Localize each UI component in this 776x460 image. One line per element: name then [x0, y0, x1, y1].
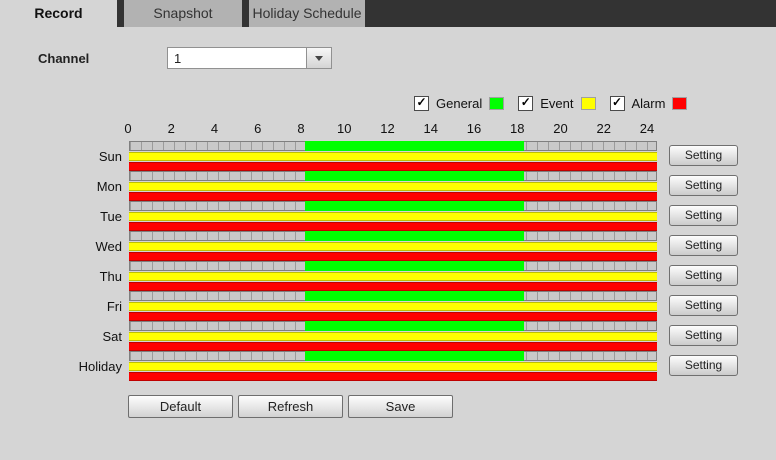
alarm-record-bar[interactable]: [129, 372, 657, 381]
schedule-timeline-track[interactable]: [129, 261, 657, 271]
general-record-bar: [305, 141, 525, 151]
general-record-bar: [305, 351, 525, 361]
schedule-day-row: Tue Setting: [0, 201, 776, 231]
event-record-bar[interactable]: [129, 362, 657, 371]
schedule-day-row: Sun Setting: [0, 141, 776, 171]
day-label: Fri: [106, 299, 122, 314]
setting-button[interactable]: Setting: [669, 175, 738, 196]
schedule-timeline-track[interactable]: [129, 321, 657, 331]
alarm-record-bar[interactable]: [129, 282, 657, 291]
default-button[interactable]: Default: [128, 395, 233, 418]
general-record-bar: [305, 261, 525, 271]
schedule-timeline-track[interactable]: [129, 201, 657, 211]
day-label: Wed: [95, 239, 123, 254]
alarm-record-bar[interactable]: [129, 162, 657, 171]
event-record-bar[interactable]: [129, 152, 657, 161]
schedule-timeline-track[interactable]: [129, 171, 657, 181]
setting-button[interactable]: Setting: [669, 295, 738, 316]
general-record-bar: [305, 321, 525, 331]
alarm-record-bar[interactable]: [129, 252, 657, 261]
alarm-record-bar[interactable]: [129, 342, 657, 351]
schedule-day-row: Sat Setting: [0, 321, 776, 351]
setting-button[interactable]: Setting: [669, 145, 738, 166]
event-record-bar[interactable]: [129, 302, 657, 311]
schedule-day-row: Wed Setting: [0, 231, 776, 261]
day-label: Sun: [98, 149, 122, 164]
general-record-bar: [305, 291, 525, 301]
event-record-bar[interactable]: [129, 182, 657, 191]
schedule-timeline-track[interactable]: [129, 141, 657, 151]
general-record-bar: [305, 231, 525, 241]
schedule-day-row: Holiday Setting: [0, 351, 776, 381]
setting-button[interactable]: Setting: [669, 205, 738, 226]
setting-button[interactable]: Setting: [669, 265, 738, 286]
schedule-timeline-track[interactable]: [129, 351, 657, 361]
alarm-record-bar[interactable]: [129, 312, 657, 321]
alarm-record-bar[interactable]: [129, 192, 657, 201]
event-record-bar[interactable]: [129, 242, 657, 251]
alarm-record-bar[interactable]: [129, 222, 657, 231]
schedule-day-row: Thu Setting: [0, 261, 776, 291]
schedule-day-row: Mon Setting: [0, 171, 776, 201]
event-record-bar[interactable]: [129, 272, 657, 281]
refresh-button[interactable]: Refresh: [238, 395, 343, 418]
schedule-timeline-track[interactable]: [129, 231, 657, 241]
day-label: Sat: [102, 329, 122, 344]
event-record-bar[interactable]: [129, 212, 657, 221]
general-record-bar: [305, 201, 525, 211]
day-label: Tue: [100, 209, 122, 224]
day-label: Thu: [99, 269, 122, 284]
day-label: Holiday: [78, 359, 122, 374]
save-button[interactable]: Save: [348, 395, 453, 418]
event-record-bar[interactable]: [129, 332, 657, 341]
schedule-timeline-track[interactable]: [129, 291, 657, 301]
setting-button[interactable]: Setting: [669, 355, 738, 376]
schedule-rows: Sun Setting Mon Setting Tue Setting Wed …: [0, 0, 776, 460]
day-label: Mon: [96, 179, 122, 194]
setting-button[interactable]: Setting: [669, 325, 738, 346]
setting-button[interactable]: Setting: [669, 235, 738, 256]
schedule-day-row: Fri Setting: [0, 291, 776, 321]
general-record-bar: [305, 171, 525, 181]
